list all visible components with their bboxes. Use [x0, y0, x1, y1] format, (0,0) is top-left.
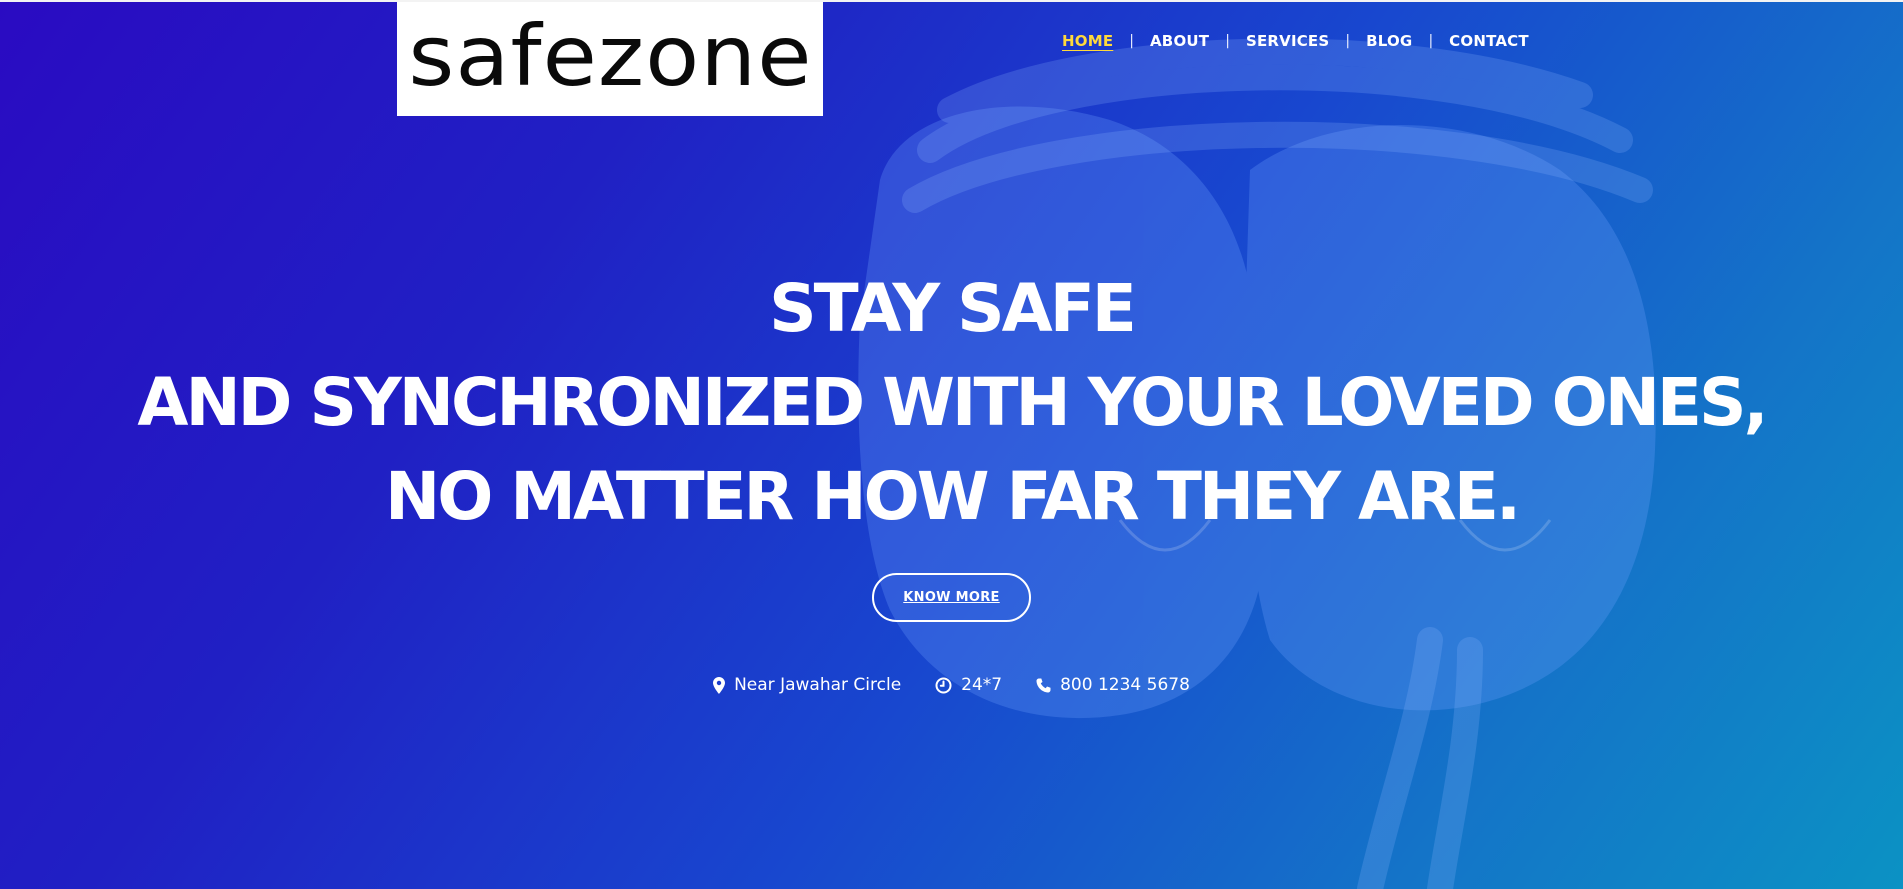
headline-line-2: AND SYNCHRONIZED WITH YOUR LOVED ONES, — [137, 364, 1768, 441]
nav-item-home[interactable]: HOME — [1062, 32, 1113, 50]
nav-item-contact[interactable]: CONTACT — [1449, 32, 1529, 50]
hero-headline: STAY SAFE AND SYNCHRONIZED WITH YOUR LOV… — [0, 262, 1903, 544]
contact-info-bar: Near Jawahar Circle 24*7 800 1234 5678 — [0, 675, 1903, 695]
nav-item-blog[interactable]: BLOG — [1366, 32, 1412, 50]
phone-icon — [1036, 678, 1051, 692]
phone-text[interactable]: 800 1234 5678 — [1060, 675, 1190, 695]
location-info: Near Jawahar Circle — [713, 675, 901, 695]
nav-separator: | — [1225, 33, 1230, 49]
nav-separator: | — [1345, 33, 1351, 49]
nav-separator: | — [1129, 33, 1134, 49]
headline-line-3: NO MATTER HOW FAR THEY ARE. — [384, 458, 1521, 535]
phone-info: 800 1234 5678 — [1036, 675, 1190, 695]
hero-section: safezone HOME | ABOUT | SERVICES | BLOG … — [0, 0, 1903, 889]
clock-icon — [935, 677, 952, 693]
location-text: Near Jawahar Circle — [734, 675, 902, 695]
nav-item-services[interactable]: SERVICES — [1246, 32, 1329, 50]
top-border — [0, 0, 1903, 2]
site-logo[interactable]: safezone — [397, 2, 823, 116]
know-more-button[interactable]: KNOW MORE — [872, 573, 1031, 622]
nav-item-about[interactable]: ABOUT — [1150, 32, 1209, 50]
logo-text: safezone — [407, 7, 813, 105]
headline-line-1: STAY SAFE — [769, 270, 1137, 347]
map-pin-icon — [713, 676, 726, 694]
hours-text: 24*7 — [961, 675, 1003, 695]
nav-separator: | — [1428, 33, 1434, 49]
hours-info: 24*7 — [935, 675, 1002, 695]
main-navigation: HOME | ABOUT | SERVICES | BLOG | CONTACT — [1062, 32, 1529, 50]
